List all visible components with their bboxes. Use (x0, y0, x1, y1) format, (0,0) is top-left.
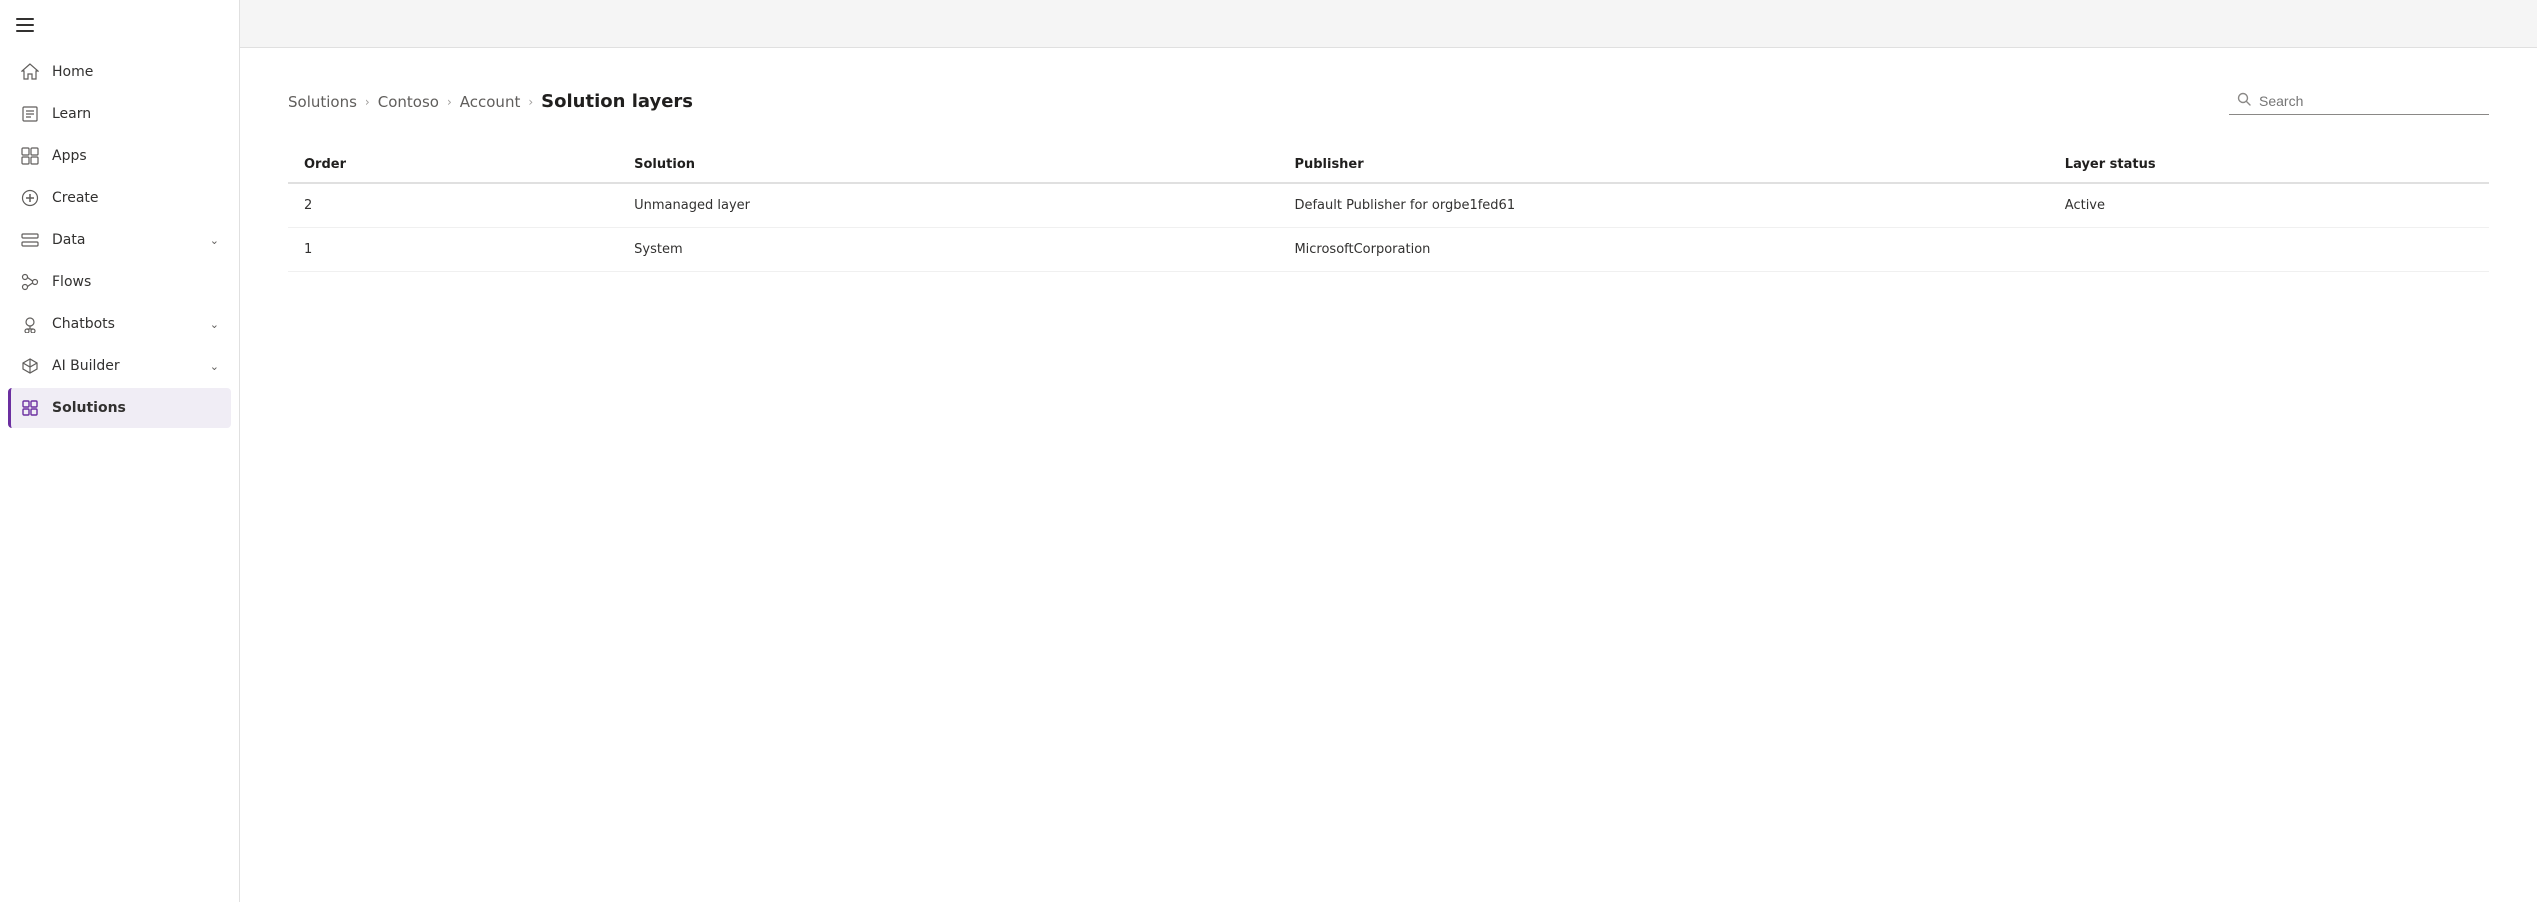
chevron-down-icon-chatbots: ⌄ (210, 318, 219, 331)
sidebar-item-flows[interactable]: Flows (8, 262, 231, 302)
table-header: Order Solution Publisher Layer status (288, 147, 2489, 183)
learn-icon (20, 104, 40, 124)
chevron-down-icon-ai: ⌄ (210, 360, 219, 373)
flows-icon (20, 272, 40, 292)
sidebar-item-chatbots[interactable]: Chatbots ⌄ (8, 304, 231, 344)
breadcrumb-separator-1: › (365, 95, 370, 109)
column-header-publisher: Publisher (1278, 147, 2048, 183)
cell-solution-1: Unmanaged layer (618, 183, 1278, 228)
sidebar: Home Learn Apps (0, 0, 240, 902)
cell-order-2: 1 (288, 228, 618, 272)
sidebar-item-label-home: Home (52, 64, 219, 80)
cell-status-1: Active (2049, 183, 2489, 228)
sidebar-item-home[interactable]: Home (8, 52, 231, 92)
sidebar-item-ai-builder[interactable]: AI Builder ⌄ (8, 346, 231, 386)
sidebar-item-label-apps: Apps (52, 148, 219, 164)
cell-order-1: 2 (288, 183, 618, 228)
breadcrumb-solutions[interactable]: Solutions (288, 93, 357, 111)
sidebar-item-data[interactable]: Data ⌄ (8, 220, 231, 260)
sidebar-item-label-data: Data (52, 232, 198, 248)
top-bar (240, 0, 2537, 48)
column-header-solution: Solution (618, 147, 1278, 183)
apps-icon (20, 146, 40, 166)
sidebar-item-label-flows: Flows (52, 274, 219, 290)
home-icon (20, 62, 40, 82)
create-icon (20, 188, 40, 208)
breadcrumb-row: Solutions › Contoso › Account › Solution… (288, 88, 2489, 115)
chevron-down-icon: ⌄ (210, 234, 219, 247)
cell-publisher-2: MicrosoftCorporation (1278, 228, 2048, 272)
sidebar-item-label-ai-builder: AI Builder (52, 358, 198, 374)
sidebar-item-label-create: Create (52, 190, 219, 206)
sidebar-item-solutions[interactable]: Solutions (8, 388, 231, 428)
cell-publisher-1: Default Publisher for orgbe1fed61 (1278, 183, 2048, 228)
breadcrumb: Solutions › Contoso › Account › Solution… (288, 91, 693, 112)
column-header-status: Layer status (2049, 147, 2489, 183)
sidebar-item-label-chatbots: Chatbots (52, 316, 198, 332)
solution-table: Order Solution Publisher Layer status 2 … (288, 147, 2489, 272)
sidebar-item-label-solutions: Solutions (52, 400, 219, 416)
table-row[interactable]: 2 Unmanaged layer Default Publisher for … (288, 183, 2489, 228)
ai-builder-icon (20, 356, 40, 376)
search-icon (2237, 92, 2251, 110)
table-row[interactable]: 1 System MicrosoftCorporation (288, 228, 2489, 272)
breadcrumb-contoso[interactable]: Contoso (378, 93, 439, 111)
page-title: Solution layers (541, 91, 693, 112)
content-area: Solutions › Contoso › Account › Solution… (240, 48, 2537, 902)
data-icon (20, 230, 40, 250)
sidebar-item-apps[interactable]: Apps (8, 136, 231, 176)
breadcrumb-separator-3: › (528, 95, 533, 109)
main-content: Solutions › Contoso › Account › Solution… (240, 0, 2537, 902)
hamburger-menu[interactable] (0, 8, 239, 52)
cell-solution-2: System (618, 228, 1278, 272)
sidebar-nav: Home Learn Apps (0, 52, 239, 428)
column-header-order: Order (288, 147, 618, 183)
search-input[interactable] (2259, 93, 2459, 109)
sidebar-item-label-learn: Learn (52, 106, 219, 122)
solutions-icon (20, 398, 40, 418)
sidebar-item-learn[interactable]: Learn (8, 94, 231, 134)
table-body: 2 Unmanaged layer Default Publisher for … (288, 183, 2489, 272)
breadcrumb-separator-2: › (447, 95, 452, 109)
cell-status-2 (2049, 228, 2489, 272)
chatbots-icon (20, 314, 40, 334)
breadcrumb-account[interactable]: Account (460, 93, 521, 111)
sidebar-item-create[interactable]: Create (8, 178, 231, 218)
search-box (2229, 88, 2489, 115)
